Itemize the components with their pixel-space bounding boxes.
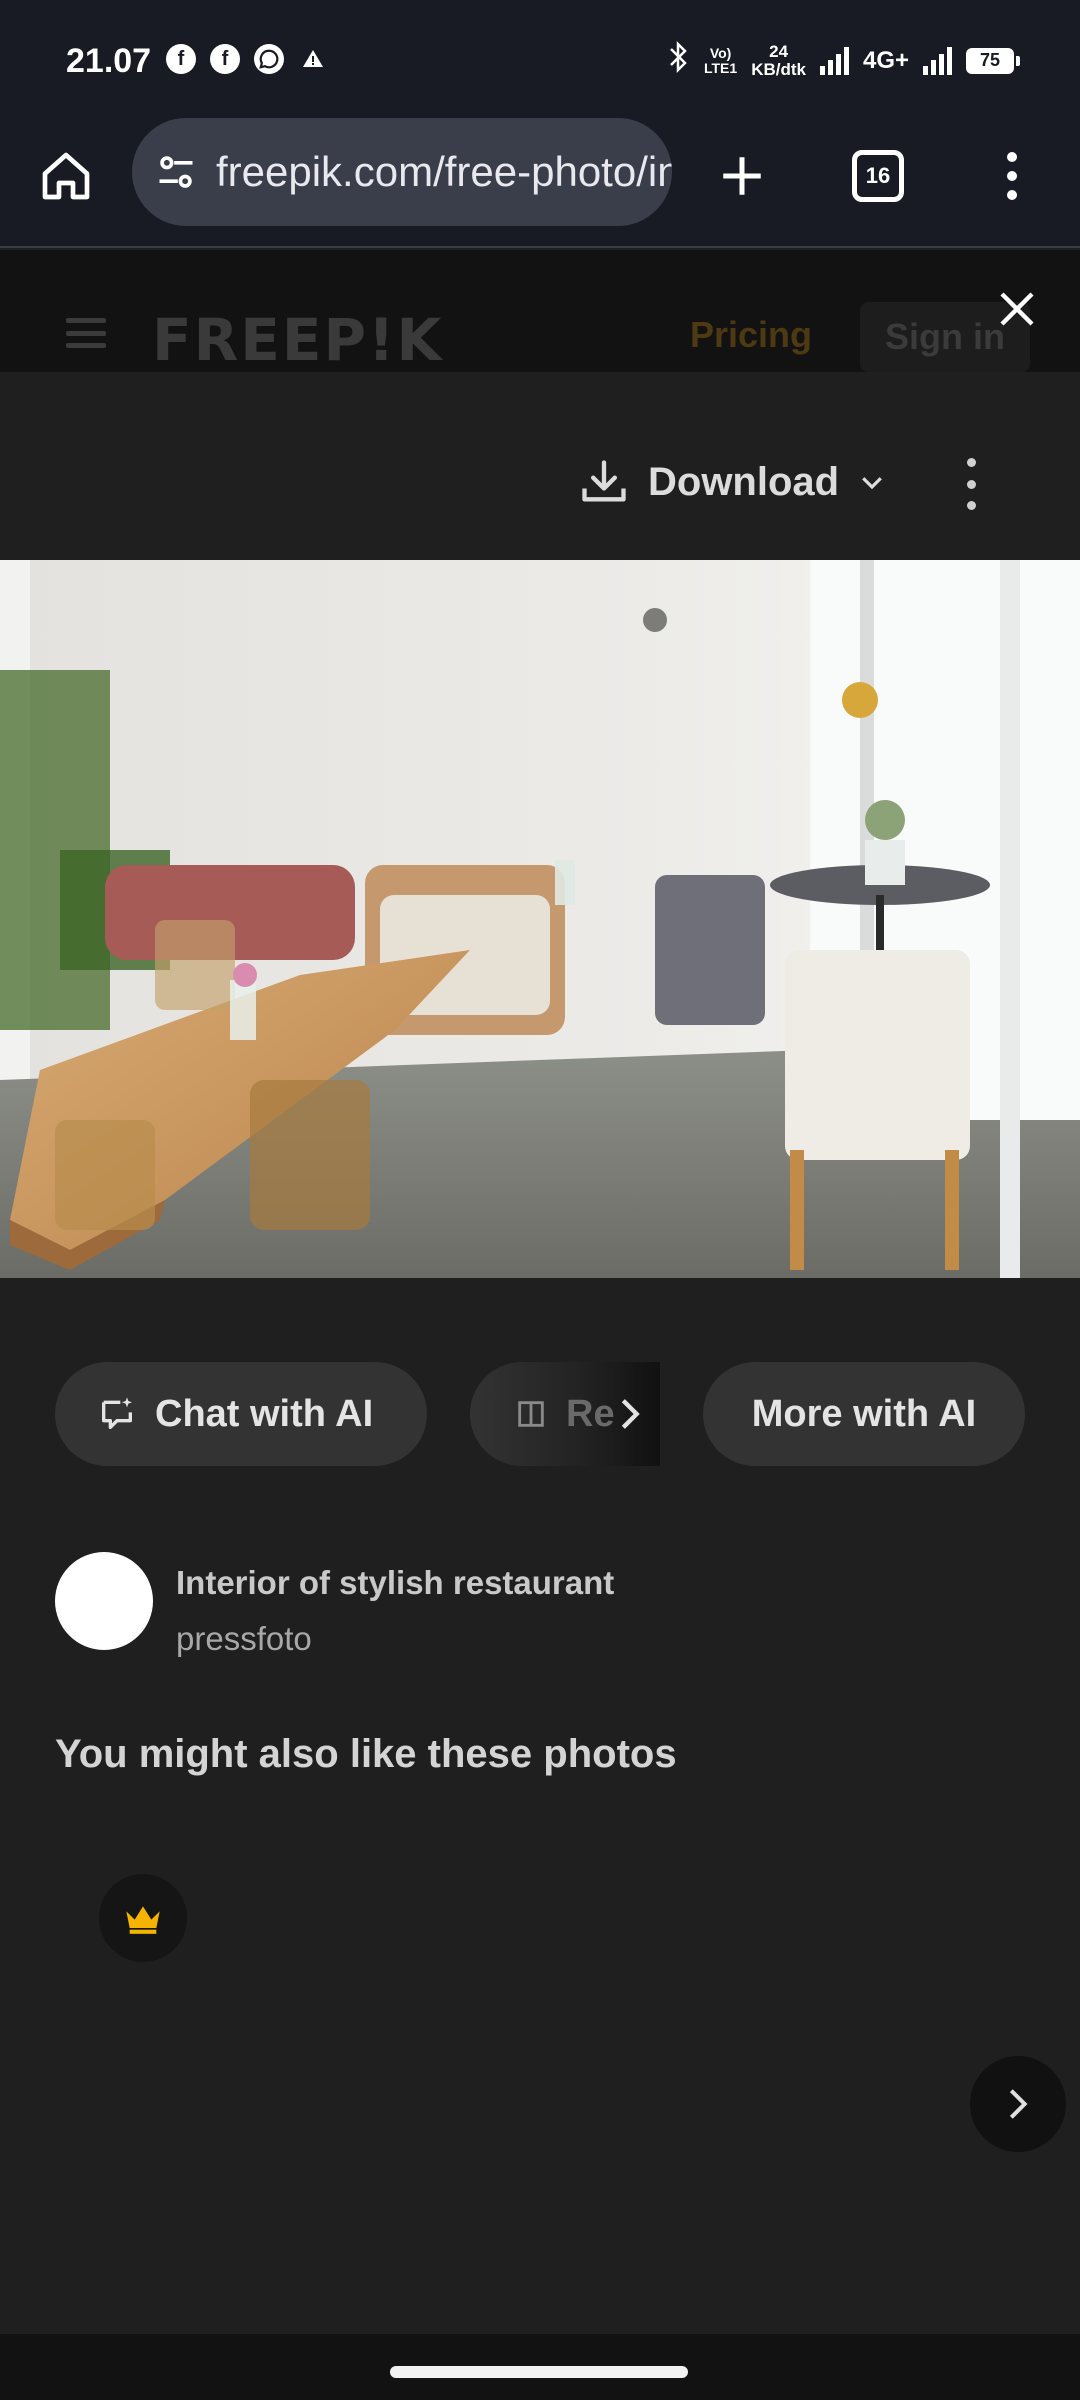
author-avatar[interactable]	[55, 1552, 153, 1650]
system-nav-bar	[0, 2334, 1080, 2400]
more-with-ai-label: More with AI	[751, 1392, 977, 1435]
premium-badge	[99, 1874, 187, 1962]
volte-indicator: Vo) LTE1	[703, 44, 738, 76]
system-status: Vo) LTE1 24 KB/dtk 4G+ 75	[668, 40, 1020, 81]
download-button[interactable]: Download	[578, 452, 887, 512]
restaurant-photo	[0, 560, 1080, 1278]
more-options-button[interactable]	[956, 458, 986, 510]
browser-menu-button[interactable]	[988, 140, 1036, 212]
site-settings-icon[interactable]	[154, 147, 198, 197]
close-icon	[1000, 292, 1034, 326]
tab-count: 16	[852, 150, 904, 202]
freepik-logo: FREEP!K	[152, 306, 444, 374]
network-speed: 24 KB/dtk	[751, 41, 806, 79]
crown-icon	[126, 1906, 160, 1934]
download-label: Download	[648, 459, 840, 504]
browser-toolbar: freepik.com/free-photo/interior-of-styli…	[0, 118, 1080, 248]
chat-with-ai-button[interactable]: Chat with AI	[55, 1362, 427, 1466]
network-type: 4G+	[862, 46, 909, 74]
author-name[interactable]: pressfoto	[176, 1620, 312, 1658]
battery-icon: 75	[966, 47, 1020, 74]
address-bar[interactable]: freepik.com/free-photo/interior-of-styli…	[132, 118, 672, 226]
tab-switcher-button[interactable]: 16	[846, 144, 910, 208]
resource-modal: Download Chat with AI Re More with AI In…	[0, 372, 1080, 2334]
url-text: freepik.com/free-photo/interior-of-styli…	[216, 148, 672, 195]
ai-actions-row: Chat with AI Re More with AI	[0, 1362, 1080, 1466]
chevron-down-icon	[862, 477, 882, 490]
resource-title: Interior of stylish restaurant	[176, 1564, 615, 1601]
site-header: FREEP!K Pricing Sign in	[0, 250, 1080, 374]
home-icon	[42, 152, 90, 200]
chevron-right-icon[interactable]	[610, 1392, 650, 1446]
chat-with-ai-label: Chat with AI	[155, 1392, 374, 1435]
notification-icons: f f	[166, 44, 328, 74]
close-modal-button[interactable]	[990, 282, 1044, 336]
chevron-right-icon	[1009, 2089, 1028, 2119]
chat-ai-icon	[102, 1397, 132, 1429]
hamburger-menu-icon	[66, 318, 106, 348]
facebook-icon: f	[166, 44, 196, 74]
bluetooth-icon	[668, 40, 690, 81]
signal-icon	[923, 46, 952, 75]
related-heading: You might also like these photos	[55, 1732, 677, 1776]
battery-level: 75	[979, 50, 1001, 70]
home-indicator[interactable]	[390, 2366, 688, 2378]
facebook-icon: f	[210, 44, 240, 74]
new-tab-button[interactable]	[706, 140, 778, 212]
compare-icon	[518, 1401, 544, 1427]
more-with-ai-button[interactable]: More with AI	[703, 1362, 1025, 1466]
ai-tool-button[interactable]: Re	[470, 1362, 660, 1466]
whatsapp-icon	[254, 44, 284, 74]
status-bar: 21.07 f f Vo) LTE1 24 KB/dtk 4G+ 75	[0, 0, 1080, 118]
pricing-link: Pricing	[690, 314, 813, 355]
ai-tool-label: Re	[566, 1392, 615, 1435]
status-time: 21.07	[66, 42, 152, 80]
plus-icon	[723, 157, 761, 195]
download-icon	[582, 460, 626, 502]
warning-icon	[298, 44, 328, 74]
signal-icon	[819, 46, 849, 75]
carousel-next-button[interactable]	[970, 2056, 1066, 2152]
home-button[interactable]	[30, 140, 102, 212]
